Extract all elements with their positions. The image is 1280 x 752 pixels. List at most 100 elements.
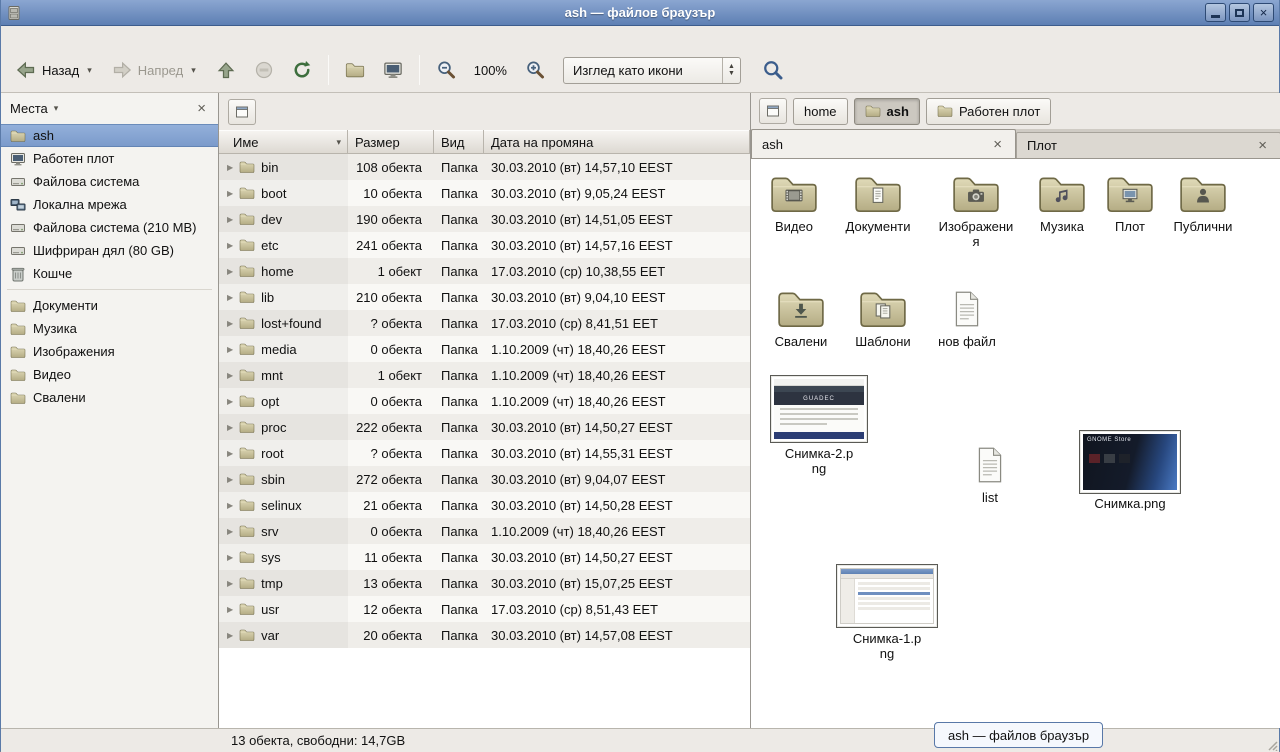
view-mode-select[interactable]: Изглед като икони ▲▼	[563, 57, 741, 84]
table-row[interactable]: ▶ root ? обекта Папка 30.03.2010 (вт) 14…	[219, 440, 750, 466]
pathbar-button-desktop[interactable]: Работен плот	[926, 98, 1051, 125]
table-row[interactable]: ▶ proc 222 обекта Папка 30.03.2010 (вт) …	[219, 414, 750, 440]
table-row[interactable]: ▶ lost+found ? обекта Папка 17.03.2010 (…	[219, 310, 750, 336]
icon-view[interactable]: Видео Документи Изображения Музика	[751, 159, 1280, 728]
table-row[interactable]: ▶ var 20 обекта Папка 30.03.2010 (вт) 14…	[219, 622, 750, 648]
pathbar-button-home[interactable]: home	[793, 98, 848, 125]
column-header-size[interactable]: Размер	[348, 130, 434, 154]
column-header-type[interactable]: Вид	[434, 130, 484, 154]
sidebar-place-item[interactable]: Файлова система (210 MB)	[1, 216, 218, 239]
search-button[interactable]	[757, 54, 789, 86]
menu-item[interactable]	[25, 35, 45, 39]
column-header-date[interactable]: Дата на промяна	[484, 130, 750, 154]
expander-icon[interactable]: ▶	[227, 527, 233, 536]
maximize-button[interactable]	[1229, 3, 1250, 22]
expander-icon[interactable]: ▶	[227, 449, 233, 458]
icon-item-templates[interactable]: Шаблони	[845, 286, 921, 349]
icon-item-documents[interactable]: Документи	[840, 171, 916, 234]
expander-icon[interactable]: ▶	[227, 605, 233, 614]
icon-item-snimka-2[interactable]: GUADEC Снимка-2.png	[769, 375, 869, 476]
icon-item-new-file[interactable]: нов файл	[929, 286, 1005, 349]
zoom-out-button[interactable]	[428, 54, 464, 86]
table-row[interactable]: ▶ mnt 1 обект Папка 1.10.2009 (чт) 18,40…	[219, 362, 750, 388]
sidebar-close-icon[interactable]: ×	[194, 101, 209, 116]
table-row[interactable]: ▶ srv 0 обекта Папка 1.10.2009 (чт) 18,4…	[219, 518, 750, 544]
expander-icon[interactable]: ▶	[227, 345, 233, 354]
expander-icon[interactable]: ▶	[227, 267, 233, 276]
stop-button[interactable]	[246, 54, 282, 86]
sidebar-bookmark-item[interactable]: Музика	[1, 317, 218, 340]
titlebar[interactable]: ash — файлов браузър ×	[1, 0, 1279, 26]
close-button[interactable]: ×	[1253, 3, 1274, 22]
expander-icon[interactable]: ▶	[227, 501, 233, 510]
forward-button[interactable]: Напред ▾	[104, 54, 206, 86]
reload-button[interactable]	[284, 54, 320, 86]
table-row[interactable]: ▶ boot 10 обекта Папка 30.03.2010 (вт) 9…	[219, 180, 750, 206]
expander-icon[interactable]: ▶	[227, 319, 233, 328]
computer-button[interactable]	[375, 54, 411, 86]
expander-icon[interactable]: ▶	[227, 631, 233, 640]
icon-item-snimka-1[interactable]: Снимка-1.png	[835, 564, 939, 661]
sidebar-bookmark-item[interactable]: Видео	[1, 363, 218, 386]
icon-item-public[interactable]: Публични	[1165, 171, 1241, 234]
expander-icon[interactable]: ▶	[227, 553, 233, 562]
sidebar-place-item[interactable]: Кошче	[1, 262, 218, 285]
table-row[interactable]: ▶ selinux 21 обекта Папка 30.03.2010 (вт…	[219, 492, 750, 518]
sidebar-bookmark-item[interactable]: Документи	[1, 294, 218, 317]
column-header-name[interactable]: Име ▾	[219, 130, 348, 154]
expander-icon[interactable]: ▶	[227, 579, 233, 588]
icon-item-downloads[interactable]: Свалени	[763, 286, 839, 349]
table-row[interactable]: ▶ sys 11 обекта Папка 30.03.2010 (вт) 14…	[219, 544, 750, 570]
menu-item[interactable]	[45, 35, 65, 39]
table-row[interactable]: ▶ usr 12 обекта Папка 17.03.2010 (ср) 8,…	[219, 596, 750, 622]
expander-icon[interactable]: ▶	[227, 423, 233, 432]
home-button[interactable]	[337, 54, 373, 86]
pane-location-toggle-button[interactable]	[228, 99, 256, 125]
expander-icon[interactable]: ▶	[227, 241, 233, 250]
sidebar-bookmark-item[interactable]: Свалени	[1, 386, 218, 409]
expander-icon[interactable]: ▶	[227, 163, 233, 172]
table-row[interactable]: ▶ dev 190 обекта Папка 30.03.2010 (вт) 1…	[219, 206, 750, 232]
pane-location-toggle-button[interactable]	[759, 98, 787, 124]
tab-close-icon[interactable]: ×	[1255, 138, 1270, 153]
minimize-button[interactable]	[1205, 3, 1226, 22]
expander-icon[interactable]: ▶	[227, 215, 233, 224]
icon-item-desktop[interactable]: Плот	[1092, 171, 1168, 234]
menu-item[interactable]	[105, 35, 125, 39]
combo-spinner-icon[interactable]: ▲▼	[722, 58, 740, 83]
tab-desktop[interactable]: Плот ×	[1016, 132, 1280, 158]
back-history-chevron-icon[interactable]: ▾	[85, 65, 94, 76]
icon-item-list[interactable]: list	[952, 442, 1028, 505]
menu-item[interactable]	[85, 35, 105, 39]
expander-icon[interactable]: ▶	[227, 189, 233, 198]
expander-icon[interactable]: ▶	[227, 397, 233, 406]
table-row[interactable]: ▶ tmp 13 обекта Папка 30.03.2010 (вт) 15…	[219, 570, 750, 596]
expander-icon[interactable]: ▶	[227, 371, 233, 380]
resize-grip[interactable]	[1264, 737, 1278, 751]
expander-icon[interactable]: ▶	[227, 475, 233, 484]
table-row[interactable]: ▶ etc 241 обекта Папка 30.03.2010 (вт) 1…	[219, 232, 750, 258]
table-row[interactable]: ▶ opt 0 обекта Папка 1.10.2009 (чт) 18,4…	[219, 388, 750, 414]
sidebar-place-item[interactable]: Локална мрежа	[1, 193, 218, 216]
sidebar-place-item[interactable]: ash	[1, 124, 218, 147]
icon-item-music[interactable]: Музика	[1024, 171, 1100, 234]
sidebar-place-item[interactable]: Файлова система	[1, 170, 218, 193]
menu-item[interactable]	[65, 35, 85, 39]
sidebar-place-item[interactable]: Шифриран дял (80 GB)	[1, 239, 218, 262]
tab-close-icon[interactable]: ×	[990, 137, 1005, 152]
table-row[interactable]: ▶ lib 210 обекта Папка 30.03.2010 (вт) 9…	[219, 284, 750, 310]
sidebar-bookmark-item[interactable]: Изображения	[1, 340, 218, 363]
expander-icon[interactable]: ▶	[227, 293, 233, 302]
icon-item-images[interactable]: Изображения	[938, 171, 1014, 249]
menu-item[interactable]	[5, 35, 25, 39]
table-row[interactable]: ▶ sbin 272 обекта Папка 30.03.2010 (вт) …	[219, 466, 750, 492]
sidebar-place-item[interactable]: Работен плот	[1, 147, 218, 170]
table-row[interactable]: ▶ bin 108 обекта Папка 30.03.2010 (вт) 1…	[219, 154, 750, 180]
up-button[interactable]	[208, 54, 244, 86]
sidebar-selector-chevron-icon[interactable]: ▾	[52, 103, 61, 114]
icon-item-snimka[interactable]: GNOME Store Снимка.png	[1078, 430, 1182, 511]
table-row[interactable]: ▶ media 0 обекта Папка 1.10.2009 (чт) 18…	[219, 336, 750, 362]
back-button[interactable]: Назад ▾	[8, 54, 102, 86]
pathbar-button-ash[interactable]: ash	[854, 98, 920, 125]
icon-item-video[interactable]: Видео	[756, 171, 832, 234]
